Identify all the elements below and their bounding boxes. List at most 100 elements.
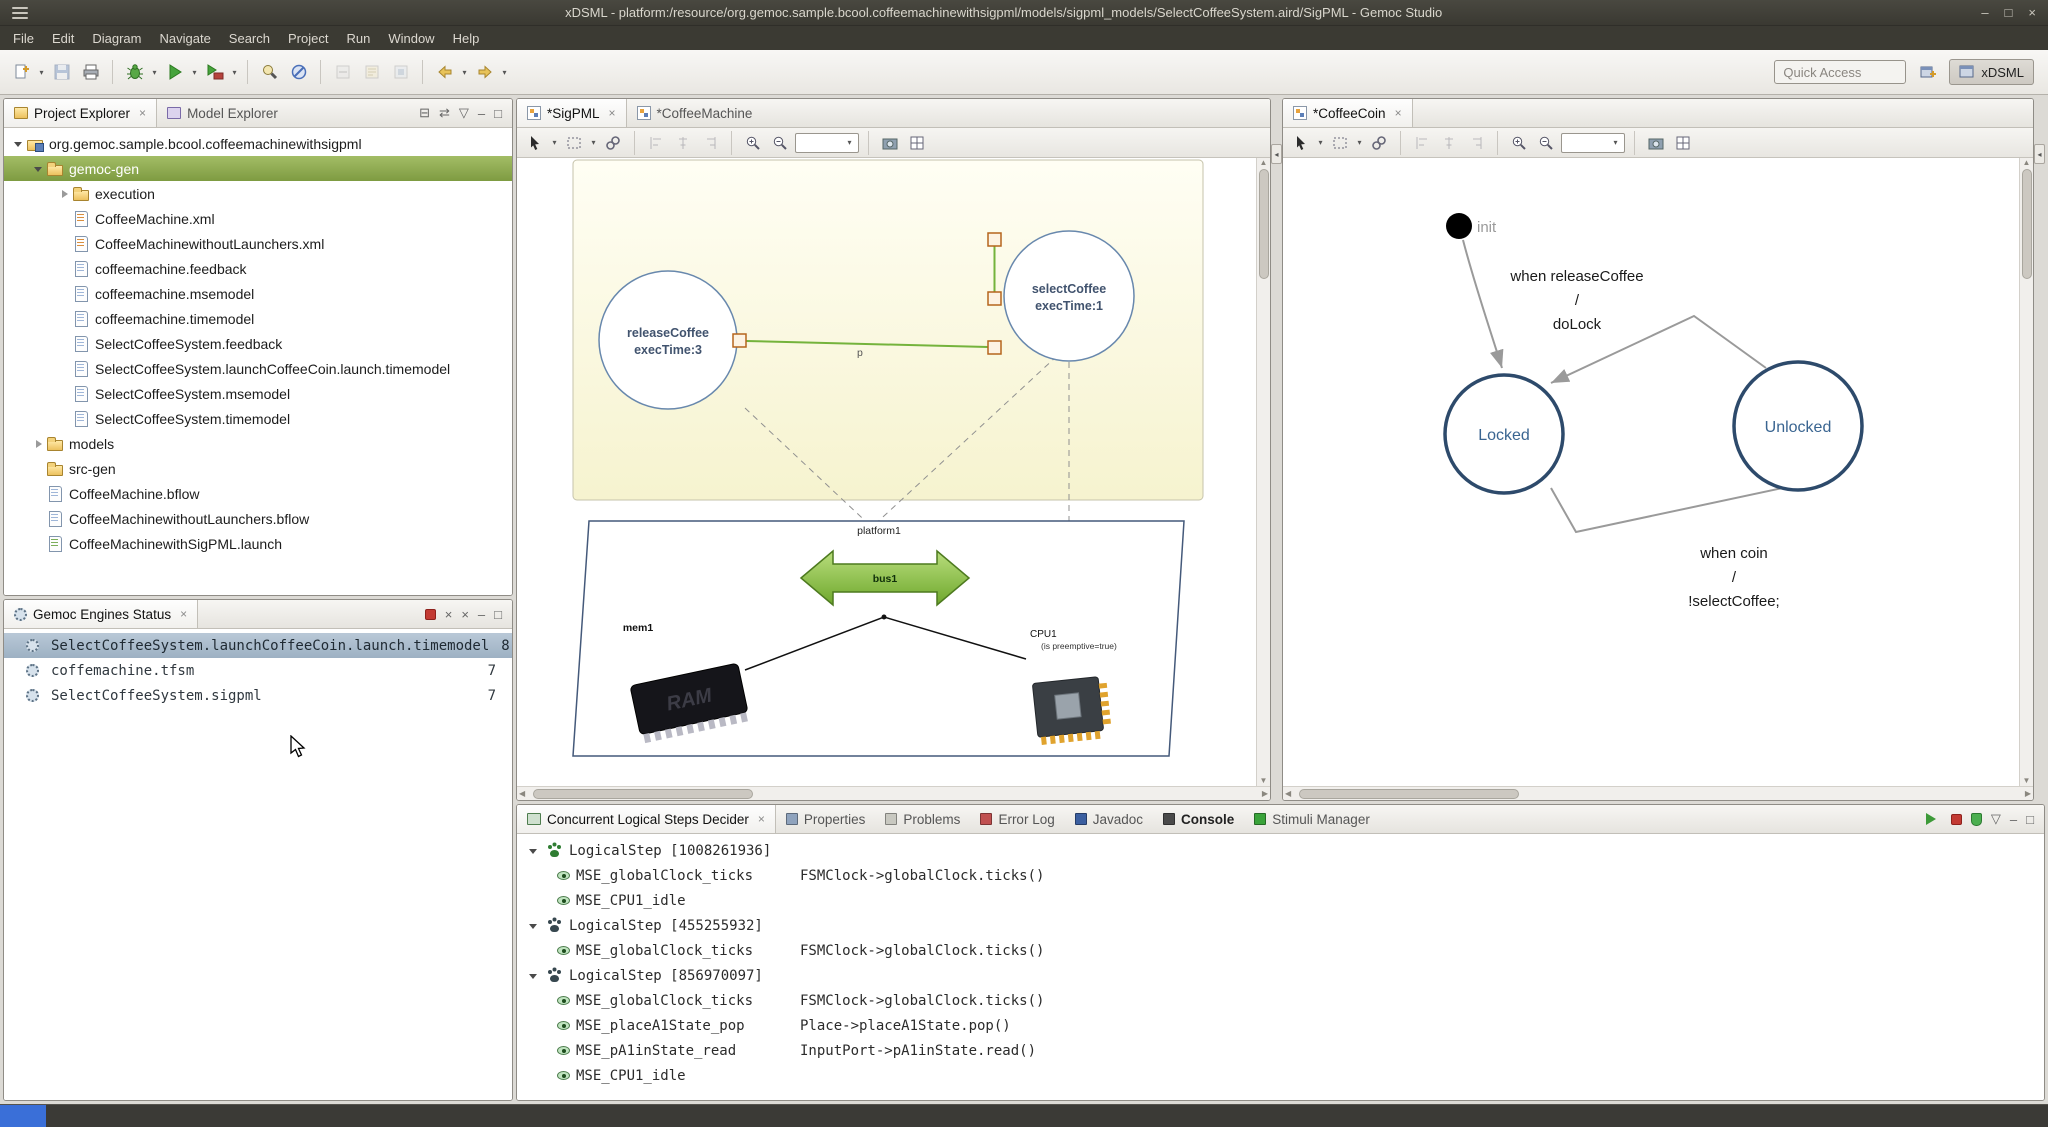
close-icon[interactable]: × [180,607,187,621]
menu-file[interactable]: File [4,28,43,49]
tree-item-selectcoffeesystem-launch-timemodel[interactable]: SelectCoffeeSystem.launchCoffeeCoin.laun… [4,356,512,381]
tree-item-selectcoffeesystem-msemodel[interactable]: SelectCoffeeSystem.msemodel [4,381,512,406]
actor-selectCoffee[interactable]: selectCoffee execTime:1 [1004,231,1134,361]
expander-icon[interactable] [525,969,541,983]
editor-sash[interactable]: ◂ [2034,98,2045,801]
logical-step-row[interactable]: LogicalStep [1008261936] [517,838,2044,863]
scrollbar-thumb[interactable] [533,789,753,799]
expander-icon[interactable] [525,919,541,933]
zoom-out-button[interactable] [768,131,792,155]
initial-state[interactable]: init [1446,213,1497,239]
run-button[interactable] [161,59,188,86]
menu-edit[interactable]: Edit [43,28,83,49]
minimize-view-button[interactable]: – [478,607,485,622]
align-center-button[interactable] [1437,131,1461,155]
logical-step-row[interactable]: LogicalStep [856970097] [517,963,2044,988]
decider-shield-button[interactable] [1971,813,1982,826]
align-right-button[interactable] [1464,131,1488,155]
print-button[interactable] [77,59,104,86]
run-step-button[interactable] [1926,813,1942,825]
dropdown-caret[interactable]: ▾ [1355,138,1364,147]
coffeecoin-canvas[interactable]: init when releaseCoffee / doLock [1283,158,2019,786]
dropdown-caret[interactable]: ▾ [589,138,598,147]
port[interactable] [988,233,1001,246]
stop-button[interactable] [1951,814,1962,825]
tree-item-selectcoffeesystem-timemodel[interactable]: SelectCoffeeSystem.timemodel [4,406,512,431]
dropdown-caret[interactable]: ▾ [37,68,46,77]
link-with-editor-button[interactable]: ⇄ [439,105,450,121]
tab-stimuli-manager[interactable]: Stimuli Manager [1244,805,1380,833]
tab-sigpml[interactable]: *SigPML × [517,99,627,127]
external-tools-button[interactable] [201,59,228,86]
select-tool-button[interactable] [523,131,547,155]
dispose-all-engines-button[interactable]: × [461,607,469,622]
minimize-window-button[interactable]: – [1981,5,1988,20]
tree-item-coffeemachine-timemodel[interactable]: coffeemachine.timemodel [4,306,512,331]
actor-releaseCoffee[interactable]: releaseCoffee execTime:3 [599,271,737,409]
tab-model-explorer[interactable]: Model Explorer [157,99,288,127]
horizontal-scrollbar[interactable]: ◀▶ [1283,786,2033,800]
tree-item-coffeemachine-nolaunchers-xml[interactable]: CoffeeMachinewithoutLaunchers.xml [4,231,512,256]
grid-button[interactable] [1671,131,1695,155]
tab-coffeemachine[interactable]: *CoffeeMachine [627,99,763,127]
zoom-in-button[interactable] [1507,131,1531,155]
tree-item-coffeemachine-nolaunchers-bflow[interactable]: CoffeeMachinewithoutLaunchers.bflow [4,506,512,531]
tree-item-coffeemachine-msemodel[interactable]: coffeemachine.msemodel [4,281,512,306]
collapse-all-button[interactable]: ⊟ [419,105,430,121]
scroll-right-icon[interactable]: ▶ [2025,790,2031,798]
mse-row[interactable]: MSE_globalClock_ticksFSMClock->globalClo… [517,988,2044,1013]
quick-access-field[interactable]: Quick Access [1774,60,1906,84]
select-tool-button[interactable] [1289,131,1313,155]
scrollbar-thumb[interactable] [1299,789,1519,799]
link-tool-button[interactable] [1367,131,1391,155]
scroll-down-icon[interactable]: ▼ [1260,777,1268,785]
perspective-xdsml-button[interactable]: xDSML [1949,59,2034,85]
dropdown-caret[interactable]: ▾ [500,68,509,77]
tree-item-coffeemachine-xml[interactable]: CoffeeMachine.xml [4,206,512,231]
port[interactable] [988,292,1001,305]
logical-step-row[interactable]: LogicalStep [455255932] [517,913,2044,938]
close-icon[interactable]: × [609,106,616,120]
scroll-right-icon[interactable]: ▶ [1262,790,1268,798]
toggle-mark-occurrences-button[interactable] [358,59,385,86]
dropdown-caret[interactable]: ▾ [190,68,199,77]
mse-row[interactable]: MSE_globalClock_ticksFSMClock->globalClo… [517,863,2044,888]
align-left-button[interactable] [1410,131,1434,155]
tree-item-gemoc-gen[interactable]: gemoc-gen [4,156,512,181]
menu-help[interactable]: Help [444,28,489,49]
vertical-scrollbar[interactable]: ▲▼ [1256,158,1270,786]
maximize-view-button[interactable]: □ [494,607,502,622]
dropdown-caret[interactable]: ▾ [150,68,159,77]
export-image-button[interactable] [878,131,902,155]
maximize-view-button[interactable]: □ [2026,812,2034,827]
tree-item-execution[interactable]: execution [4,181,512,206]
minimize-view-button[interactable]: – [478,106,485,121]
close-window-button[interactable]: × [2028,5,2036,20]
toggle-annotation-button[interactable] [329,59,356,86]
align-right-button[interactable] [698,131,722,155]
expander-icon[interactable] [10,137,26,151]
search-button[interactable] [256,59,283,86]
new-wizard-button[interactable] [8,59,35,86]
dispose-engine-button[interactable]: × [445,607,453,622]
tree-item-coffeemachine-feedback[interactable]: coffeemachine.feedback [4,256,512,281]
sigpml-canvas[interactable]: releaseCoffee execTime:3 selectCoffee ex… [517,158,1256,786]
layout-tool-button[interactable] [562,131,586,155]
tree-item-models[interactable]: models [4,431,512,456]
minimize-view-button[interactable]: – [2010,812,2017,827]
tab-gemoc-engines-status[interactable]: Gemoc Engines Status × [4,600,198,628]
menu-search[interactable]: Search [220,28,279,49]
port[interactable] [988,341,1001,354]
view-menu-button[interactable]: ▽ [459,105,469,121]
horizontal-scrollbar[interactable]: ◀▶ [517,786,1270,800]
forward-button[interactable] [471,59,498,86]
zoom-level-combo[interactable]: ▾ [1561,133,1625,153]
vertical-scrollbar[interactable]: ▲▼ [2019,158,2033,786]
expander-icon[interactable] [30,440,46,448]
zoom-in-button[interactable] [741,131,765,155]
layout-tool-button[interactable] [1328,131,1352,155]
dropdown-caret[interactable]: ▾ [230,68,239,77]
align-center-button[interactable] [671,131,695,155]
zoom-out-button[interactable] [1534,131,1558,155]
expander-icon[interactable] [30,162,46,176]
